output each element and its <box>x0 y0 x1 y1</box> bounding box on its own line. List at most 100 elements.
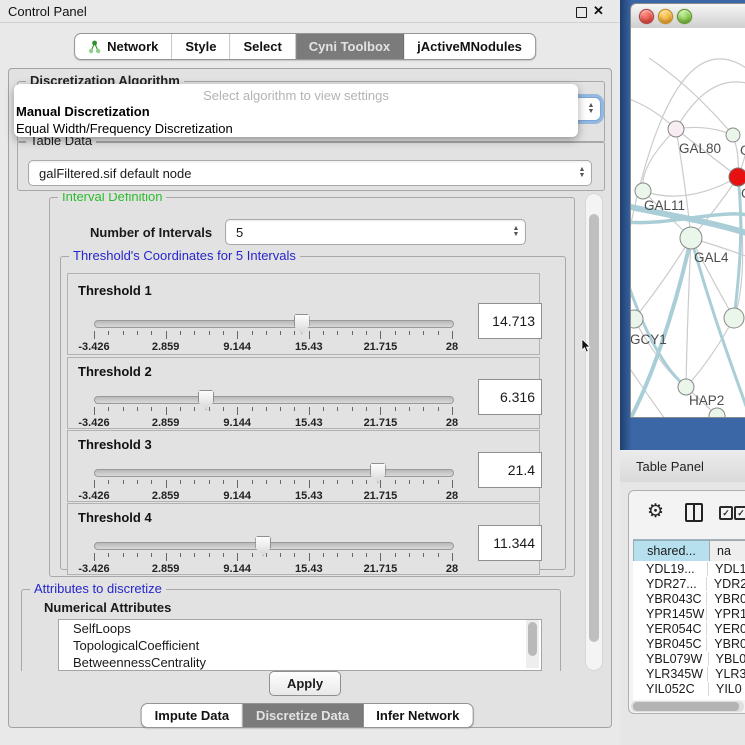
slider-ticks <box>94 553 452 562</box>
control-panel-tabs: Network Style SelectCyni Toolbox jActiveMNo… <box>74 33 536 60</box>
network-view-frame: GAL80GCGAL11GAL4GCY1HHAP2 <box>620 0 745 450</box>
table-hscrollbar[interactable] <box>631 701 744 712</box>
threshold-value-field[interactable]: 14.713 <box>478 303 542 339</box>
cell-shared-name: YBL079W <box>633 652 709 666</box>
slider-tick-label: 2.859 <box>152 490 180 502</box>
threshold-value-field[interactable]: 6.316 <box>478 379 542 415</box>
slider-tick-label: 9.144 <box>223 563 251 575</box>
table-row[interactable]: YBL079WYBL0 <box>633 651 745 666</box>
network-node-h[interactable] <box>724 308 744 328</box>
number-of-intervals-combobox[interactable]: 5 ▲▼ <box>225 219 526 245</box>
zoom-traffic-light[interactable] <box>677 9 692 24</box>
tab-jactivemnodules[interactable]: jActiveMNodules <box>404 34 535 59</box>
split-columns-icon[interactable] <box>685 503 703 522</box>
network-node-gal11[interactable] <box>635 183 651 199</box>
tab-cyni-toolbox[interactable]: Cyni Toolbox <box>296 34 404 59</box>
cell-name: YDL1 <box>708 562 745 576</box>
checkbox-icon[interactable]: ✓ <box>719 506 733 520</box>
slider-tick-label: 2.859 <box>152 563 180 575</box>
float-window-icon[interactable] <box>576 7 587 18</box>
network-node-gal4[interactable] <box>680 227 702 249</box>
slider-ticks <box>94 480 452 489</box>
bottom-tab-impute-data[interactable]: Impute Data <box>142 704 243 727</box>
network-edge[interactable] <box>676 127 733 135</box>
cell-name: YBL0 <box>709 652 745 666</box>
bottom-tab-discretize-data[interactable]: Discretize Data <box>243 704 363 727</box>
tab-network[interactable]: Network <box>75 34 172 59</box>
table-row[interactable]: YER054CYER0 <box>633 621 745 636</box>
network-node[interactable] <box>709 408 725 418</box>
network-canvas[interactable]: GAL80GCGAL11GAL4GCY1HHAP2 <box>631 28 745 418</box>
attributes-group-label: Attributes to discretize <box>30 581 166 596</box>
slider-tick-label: 15.43 <box>295 341 323 353</box>
network-node-g[interactable] <box>726 128 740 142</box>
slider-tick-label: -3.426 <box>78 341 109 353</box>
control-panel: Control Panel ✕ Network Style SelectCyni T… <box>0 0 620 745</box>
table-row[interactable]: YBR045CYBR0 <box>633 636 745 651</box>
tab-label: jActiveMNodules <box>417 39 522 54</box>
thresholds-group: Threshold's Coordinates for 5 Intervals … <box>60 256 566 570</box>
tab-label: Style <box>185 39 216 54</box>
tab-style[interactable]: Style <box>172 34 230 59</box>
apply-button[interactable]: Apply <box>269 671 341 696</box>
attribute-item-betweennesscentrality[interactable]: BetweennessCentrality <box>59 654 541 671</box>
network-window-titlebar[interactable] <box>631 4 745 29</box>
apply-button-label: Apply <box>287 676 323 691</box>
threshold-slider-track[interactable] <box>94 469 454 477</box>
table-row[interactable]: YIL052CYIL0 <box>633 681 745 696</box>
column-header-shared[interactable]: shared... <box>633 540 709 562</box>
column-header-name[interactable]: na <box>709 540 745 562</box>
network-edge[interactable] <box>643 177 738 196</box>
cell-name: YPR1 <box>707 607 745 621</box>
cell-shared-name: YLR345W <box>633 667 708 681</box>
threshold-value-field[interactable]: 11.344 <box>478 525 542 561</box>
cyni-toolbox-panel: Discretization Algorithm ▲▼ Table Data g… <box>8 68 612 728</box>
table-row[interactable]: YLR345WYLR3 <box>633 666 745 681</box>
network-node-label: C <box>741 186 745 201</box>
network-node-gcy1[interactable] <box>631 310 643 328</box>
gear-icon[interactable]: ⚙ <box>647 500 664 523</box>
threshold-value-field[interactable]: 21.4 <box>478 452 542 488</box>
dropdown-item-manual-discretization[interactable]: Manual Discretization <box>14 103 578 120</box>
close-icon[interactable]: ✕ <box>593 3 604 19</box>
threshold-slider-track[interactable] <box>94 396 454 404</box>
slider-tick-label: 21.715 <box>364 563 398 575</box>
settings-scrollbar[interactable] <box>585 193 603 671</box>
control-panel-titlebar: Control Panel ✕ <box>0 0 620 23</box>
close-traffic-light[interactable] <box>639 9 654 24</box>
network-node-gal80[interactable] <box>668 121 684 137</box>
attribute-item-topologicalcoefficient[interactable]: TopologicalCoefficient <box>59 637 541 654</box>
threshold-slider-track[interactable] <box>94 542 454 550</box>
cell-name: YBR0 <box>707 592 745 606</box>
table-row[interactable]: YDL19...YDL1 <box>633 561 745 576</box>
attributes-group: Attributes to discretize Numerical Attri… <box>21 589 561 671</box>
threshold-panel-3: Threshold 3-3.4262.8599.14415.4321.71528… <box>67 430 540 502</box>
table-row[interactable]: YBR043CYBR0 <box>633 591 745 606</box>
network-node-c[interactable] <box>729 168 745 186</box>
table-row[interactable]: YDR27...YDR2 <box>633 576 745 591</box>
checkbox-icon[interactable]: ✓ <box>734 506 745 520</box>
table-data-combobox[interactable]: galFiltered.sif default node ▲▼ <box>28 160 592 186</box>
threshold-panel-4: Threshold 4-3.4262.8599.14415.4321.71528… <box>67 503 540 575</box>
attributes-list-scrollbar[interactable] <box>526 620 539 668</box>
attribute-item-selfloops[interactable]: SelfLoops <box>59 620 541 637</box>
network-node-label: G <box>740 143 745 158</box>
table-card: ⚙ ✓ ✓ shared... na YDL19...YDL1YDR27...Y… <box>628 490 745 714</box>
dropdown-item-equal-width-frequency-discretization[interactable]: Equal Width/Frequency Discretization <box>14 120 578 137</box>
tab-select[interactable]: Select <box>230 34 295 59</box>
network-edge[interactable] <box>676 82 745 129</box>
combo-arrows-icon: ▲▼ <box>573 167 591 179</box>
network-edge[interactable] <box>649 58 733 135</box>
slider-tick-label: -3.426 <box>78 490 109 502</box>
minimize-traffic-light[interactable] <box>658 9 673 24</box>
app-window: Control Panel ✕ Network Style SelectCyni T… <box>0 0 745 745</box>
threshold-slider-track[interactable] <box>94 320 454 328</box>
threshold-panel-2: Threshold 2-3.4262.8599.14415.4321.71528… <box>67 357 540 429</box>
bottom-tab-infer-network[interactable]: Infer Network <box>363 704 472 727</box>
network-node-label: GAL80 <box>679 141 721 156</box>
numerical-attributes-list[interactable]: SelfLoopsTopologicalCoefficientBetweenne… <box>58 619 542 671</box>
table-data-group: Table Data galFiltered.sif default node … <box>17 141 605 191</box>
table-row[interactable]: YPR145WYPR1 <box>633 606 745 621</box>
bottom-tabs: Impute DataDiscretize DataInfer Network <box>141 703 474 728</box>
slider-tick-label: 21.715 <box>364 417 398 429</box>
